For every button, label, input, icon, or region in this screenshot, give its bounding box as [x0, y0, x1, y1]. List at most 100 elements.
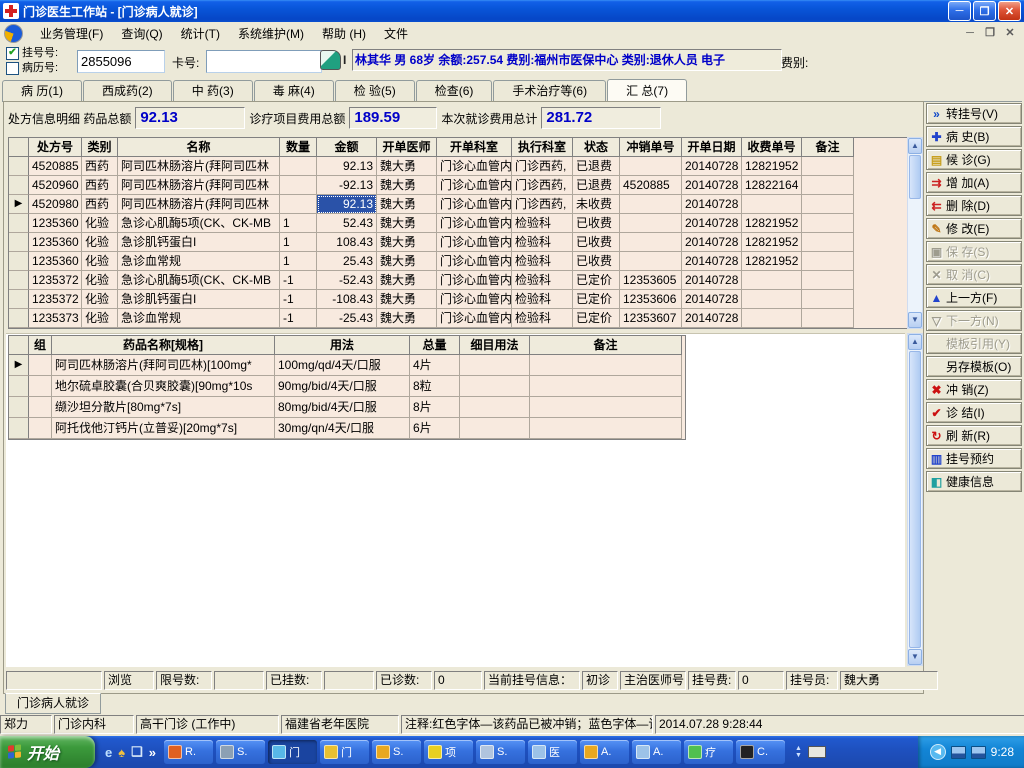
table-cell[interactable]: 20140728	[682, 290, 742, 309]
table-cell[interactable]: 20140728	[682, 233, 742, 252]
sidebar-button-3[interactable]: ⇉ 增 加(A)	[926, 172, 1022, 193]
task-button-11[interactable]: C.	[736, 740, 786, 764]
table-cell[interactable]: 阿托伐他汀钙片(立普妥)[20mg*7s]	[52, 418, 275, 439]
mdi-close-button[interactable]: ✕	[1002, 27, 1018, 41]
table-cell[interactable]: 魏大勇	[377, 233, 437, 252]
caseno-checkbox[interactable]	[6, 62, 19, 75]
table-cell[interactable]	[29, 376, 52, 397]
table-cell[interactable]	[620, 214, 682, 233]
table-cell[interactable]: 1	[280, 233, 317, 252]
table-cell[interactable]: 魏大勇	[377, 195, 437, 214]
table-cell[interactable]	[280, 157, 317, 176]
table-cell[interactable]: 8片	[410, 397, 460, 418]
table-cell[interactable]: 检验科	[512, 233, 573, 252]
table-cell[interactable]: 化验	[82, 290, 118, 309]
table-cell[interactable]: 急诊肌钙蛋白I	[118, 290, 280, 309]
table-cell[interactable]: 12353605	[620, 271, 682, 290]
menu-item-1[interactable]: 查询(Q)	[112, 23, 171, 44]
table-cell[interactable]	[530, 418, 682, 439]
restore-button[interactable]: ❐	[973, 1, 996, 21]
table-cell[interactable]: 检验科	[512, 290, 573, 309]
table-cell[interactable]: 92.13	[317, 157, 377, 176]
table-cell[interactable]	[742, 195, 802, 214]
usage-table-scrollbar[interactable]: ▲ ▼	[907, 333, 923, 666]
keyboard-icon[interactable]	[807, 746, 826, 758]
row-indicator[interactable]	[9, 233, 29, 252]
table-cell[interactable]: 12353606	[620, 290, 682, 309]
table-cell[interactable]: 30mg/qn/4天/口服	[275, 418, 410, 439]
table-cell[interactable]: -92.13	[317, 176, 377, 195]
table-cell[interactable]	[530, 355, 682, 376]
task-button-7[interactable]: 医	[528, 740, 578, 764]
row-indicator[interactable]	[9, 214, 29, 233]
table-cell[interactable]: 阿司匹林肠溶片(拜阿司匹林	[118, 157, 280, 176]
task-button-0[interactable]: R.	[164, 740, 214, 764]
table-cell[interactable]: 1235372	[29, 290, 82, 309]
scroll-up-icon[interactable]: ▲	[908, 334, 922, 350]
table-cell[interactable]	[29, 397, 52, 418]
table-cell[interactable]: 52.43	[317, 214, 377, 233]
table-cell[interactable]: 4520885	[620, 176, 682, 195]
table-cell[interactable]: 1235360	[29, 252, 82, 271]
regno-input[interactable]	[77, 50, 165, 73]
table-cell[interactable]: -1	[280, 271, 317, 290]
table-cell[interactable]: 已退费	[573, 157, 620, 176]
table-cell[interactable]: 急诊心肌酶5项(CK、CK-MB	[118, 271, 280, 290]
table-cell[interactable]	[460, 397, 530, 418]
table-cell[interactable]: 4520960	[29, 176, 82, 195]
task-button-1[interactable]: S.	[216, 740, 266, 764]
row-indicator[interactable]: ▶	[9, 355, 29, 376]
table-cell[interactable]: 魏大勇	[377, 271, 437, 290]
table-cell[interactable]	[742, 290, 802, 309]
table-cell[interactable]: 门诊心血管内	[437, 176, 512, 195]
table-cell[interactable]: 4520885	[29, 157, 82, 176]
table-cell[interactable]	[802, 176, 854, 195]
table-cell[interactable]: 检验科	[512, 309, 573, 328]
table-cell[interactable]: 门诊心血管内	[437, 157, 512, 176]
table-cell[interactable]: 80mg/bid/4天/口服	[275, 397, 410, 418]
card-reader-icon[interactable]	[320, 50, 341, 70]
table-cell[interactable]: 1235360	[29, 233, 82, 252]
sidebar-button-15[interactable]: ▥ 挂号预约	[926, 448, 1022, 469]
table-cell[interactable]: 缬沙坦分散片[80mg*7s]	[52, 397, 275, 418]
table-cell[interactable]	[742, 309, 802, 328]
table-cell[interactable]: 92.13	[317, 195, 377, 214]
table-cell[interactable]	[29, 355, 52, 376]
table-cell[interactable]: 急诊心肌酶5项(CK、CK-MB	[118, 214, 280, 233]
table-cell[interactable]: 已收费	[573, 214, 620, 233]
sidebar-button-0[interactable]: » 转挂号(V)	[926, 103, 1022, 124]
row-indicator[interactable]	[9, 309, 29, 328]
table-cell[interactable]: 门诊心血管内	[437, 252, 512, 271]
table-cell[interactable]	[280, 176, 317, 195]
table-cell[interactable]: 化验	[82, 252, 118, 271]
ie-icon[interactable]: e	[105, 745, 112, 760]
table-cell[interactable]: 12822164	[742, 176, 802, 195]
sidebar-button-14[interactable]: ↻ 刷 新(R)	[926, 425, 1022, 446]
minimize-button[interactable]: ─	[948, 1, 971, 21]
table-cell[interactable]: 20140728	[682, 271, 742, 290]
table-cell[interactable]: 90mg/bid/4天/口服	[275, 376, 410, 397]
table-cell[interactable]: 地尔硫卓胶囊(合贝爽胶囊)[90mg*10s	[52, 376, 275, 397]
table-cell[interactable]: 阿司匹林肠溶片(拜阿司匹林	[118, 195, 280, 214]
table-cell[interactable]: 4片	[410, 355, 460, 376]
scroll-thumb[interactable]	[909, 155, 921, 199]
sidebar-button-2[interactable]: ▤ 候 诊(G)	[926, 149, 1022, 170]
scroll-down-icon[interactable]: ▼	[908, 312, 922, 328]
task-button-9[interactable]: A.	[632, 740, 682, 764]
table-cell[interactable]: 西药	[82, 195, 118, 214]
table-cell[interactable]	[280, 195, 317, 214]
row-indicator[interactable]	[9, 252, 29, 271]
network-icon[interactable]	[970, 745, 986, 759]
table-cell[interactable]: 已收费	[573, 252, 620, 271]
table-cell[interactable]: 已定价	[573, 309, 620, 328]
table-cell[interactable]: 100mg/qd/4天/口服	[275, 355, 410, 376]
sidebar-button-11[interactable]: 另存模板(O)	[926, 356, 1022, 377]
table-cell[interactable]: 化验	[82, 214, 118, 233]
sidebar-button-6[interactable]: ▣ 保 存(S)	[926, 241, 1022, 262]
tab-3[interactable]: 毒 麻(4)	[253, 80, 334, 101]
table-cell[interactable]: -52.43	[317, 271, 377, 290]
task-button-4[interactable]: S.	[372, 740, 422, 764]
row-indicator[interactable]	[9, 271, 29, 290]
table-cell[interactable]: 20140728	[682, 309, 742, 328]
tab-6[interactable]: 手术治疗等(6)	[493, 80, 607, 101]
